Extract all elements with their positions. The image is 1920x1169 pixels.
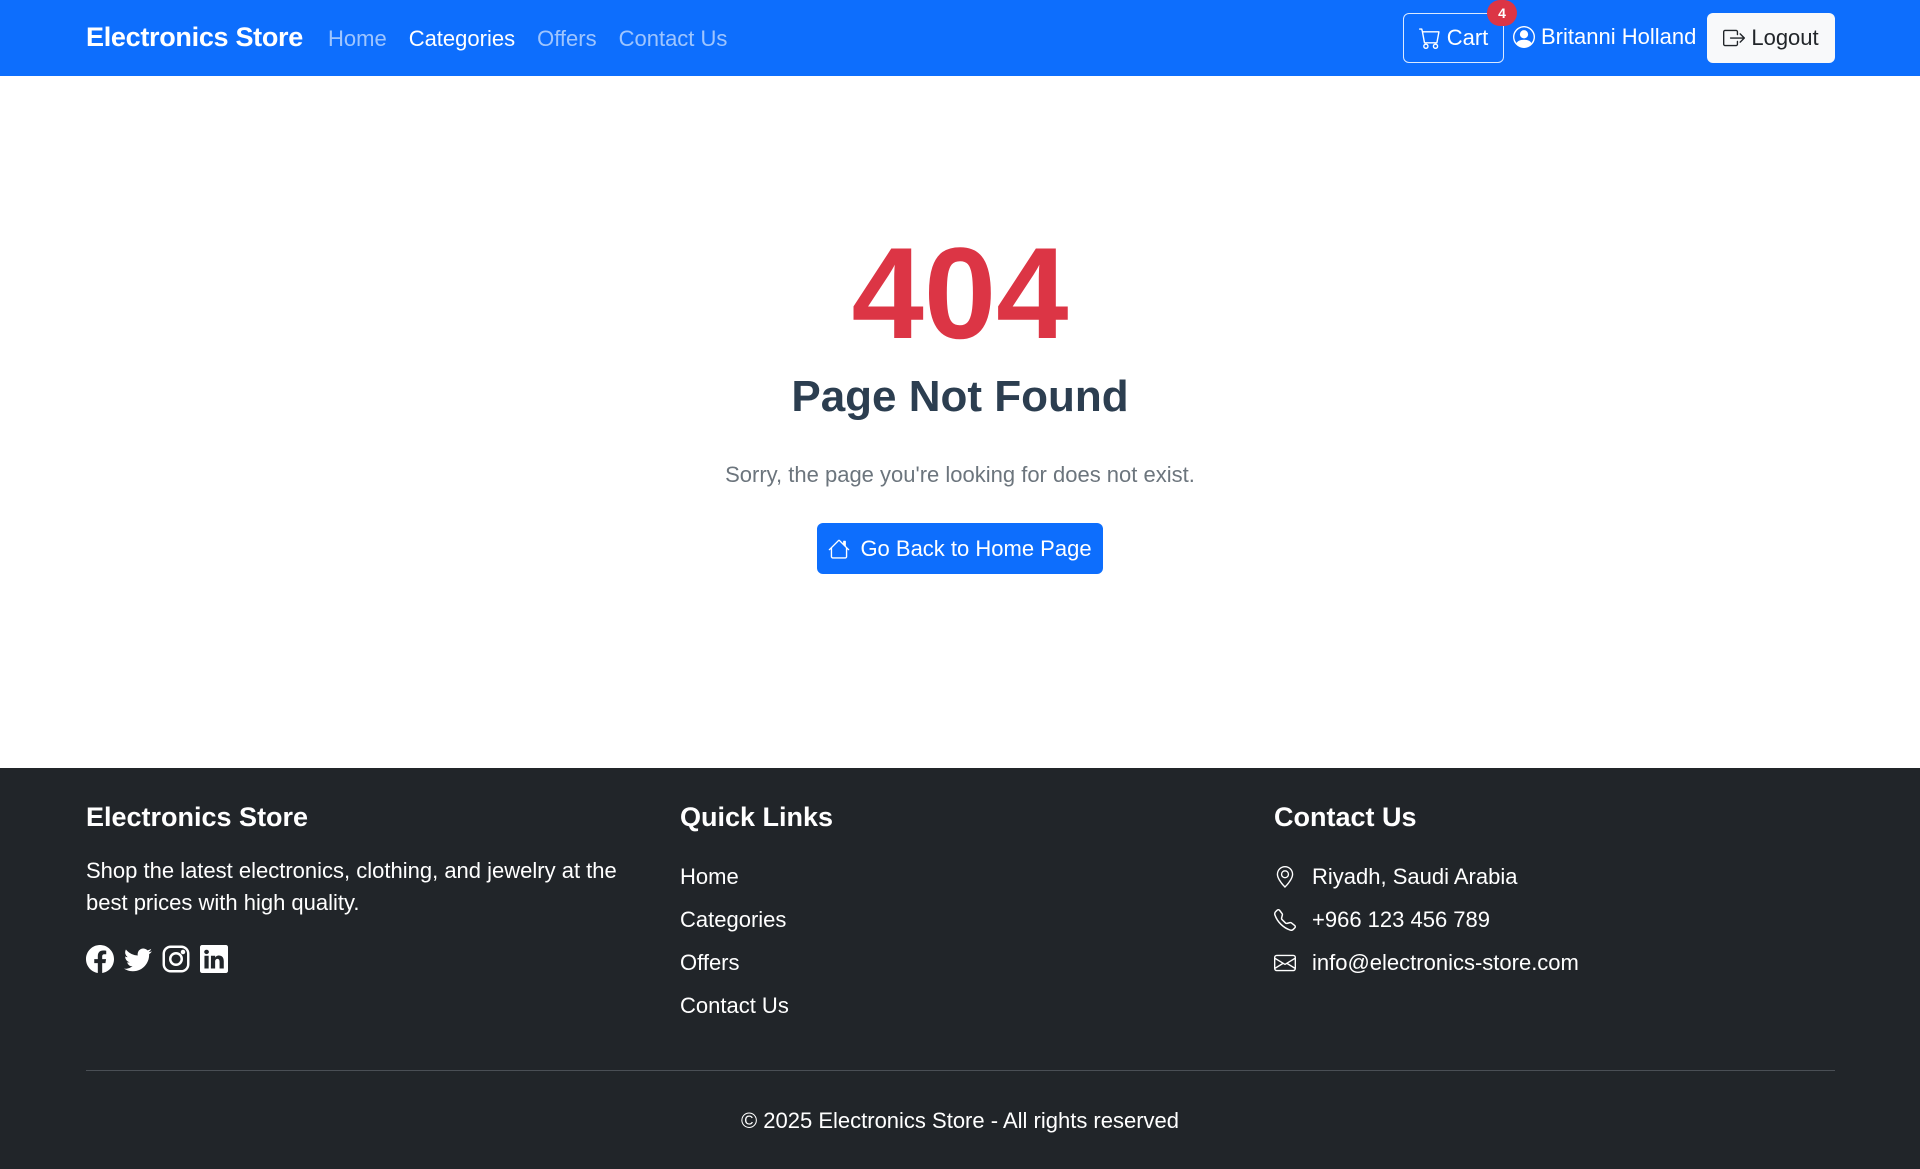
house-icon	[828, 538, 850, 560]
footer-link-home[interactable]: Home	[680, 855, 833, 898]
footer: Electronics Store Shop the latest electr…	[0, 768, 1920, 1169]
contact-title: Contact Us	[1274, 802, 1417, 832]
footer-link-contact[interactable]: Contact Us	[680, 984, 833, 1027]
cart-label: Cart	[1446, 25, 1489, 50]
footer-link-offers[interactable]: Offers	[680, 941, 833, 984]
brand-logo[interactable]: Electronics Store	[86, 22, 303, 53]
nav-links: Home Categories Offers Contact Us	[328, 26, 749, 52]
nav-link-offers[interactable]: Offers	[537, 26, 597, 52]
logout-label: Logout	[1751, 25, 1819, 50]
user-menu[interactable]: Britanni Holland	[1513, 24, 1696, 50]
linkedin-icon[interactable]	[200, 945, 228, 973]
contact-phone: +966 123 456 789	[1274, 898, 1579, 941]
footer-quick-links: Quick Links Home Categories Offers Conta…	[680, 802, 833, 1027]
footer-link-categories[interactable]: Categories	[680, 898, 833, 941]
footer-about: Electronics Store Shop the latest electr…	[86, 802, 626, 973]
logout-icon	[1723, 27, 1746, 49]
go-home-button[interactable]: Go Back to Home Page	[817, 523, 1103, 574]
contact-email: info@electronics-store.com	[1274, 941, 1579, 984]
quick-links-title: Quick Links	[680, 802, 834, 832]
twitter-icon[interactable]	[124, 945, 152, 973]
instagram-icon[interactable]	[162, 945, 190, 973]
nav-link-categories[interactable]: Categories	[409, 26, 515, 52]
copyright: © 2025 Electronics Store - All rights re…	[740, 1108, 1180, 1133]
contact-address-text: Riyadh, Saudi Arabia	[1312, 863, 1518, 889]
facebook-icon[interactable]	[86, 945, 114, 973]
cart-icon	[1418, 27, 1441, 49]
contact-phone-text: +966 123 456 789	[1312, 906, 1491, 932]
social-links	[86, 945, 626, 973]
error-code: 404	[851, 220, 1069, 366]
user-name: Britanni Holland	[1541, 24, 1697, 49]
nav-link-contact[interactable]: Contact Us	[619, 26, 728, 52]
page-title: Page Not Found	[791, 372, 1129, 421]
envelope-icon	[1274, 952, 1296, 974]
error-message: Sorry, the page you're looking for does …	[725, 462, 1195, 487]
footer-about-description: Shop the latest electronics, clothing, a…	[86, 858, 617, 915]
footer-about-title: Electronics Store	[86, 802, 309, 832]
footer-divider	[86, 1070, 1835, 1071]
nav-link-home[interactable]: Home	[328, 26, 387, 52]
go-home-label: Go Back to Home Page	[860, 535, 1092, 561]
footer-contact: Contact Us Riyadh, Saudi Arabia +966 123…	[1274, 802, 1579, 984]
navbar: Electronics Store Home Categories Offers…	[0, 0, 1920, 76]
logout-button[interactable]: Logout	[1707, 13, 1835, 63]
contact-address: Riyadh, Saudi Arabia	[1274, 855, 1579, 898]
contact-email-text: info@electronics-store.com	[1312, 949, 1579, 975]
map-pin-icon	[1274, 865, 1296, 888]
phone-icon	[1274, 908, 1296, 931]
user-circle-icon	[1513, 26, 1535, 48]
cart-count-badge: 4	[1487, 0, 1517, 26]
